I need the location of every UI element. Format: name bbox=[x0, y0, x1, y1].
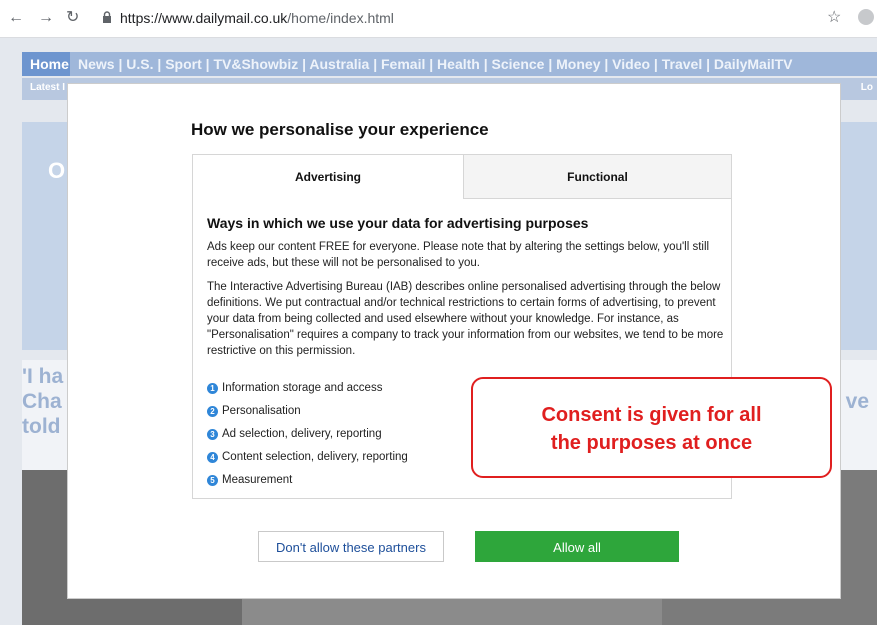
annotation-callout: Consent is given for all the purposes at… bbox=[471, 377, 832, 478]
sub-bar-left-text: Latest I bbox=[30, 82, 66, 93]
number-badge-icon: 2 bbox=[207, 405, 218, 417]
browser-toolbar: ← → ↻ https://www.dailymail.co.uk/home/i… bbox=[0, 0, 877, 38]
profile-icon[interactable] bbox=[858, 9, 874, 25]
modal-title: How we personalise your experience bbox=[191, 120, 489, 139]
url-path: /home/index.html bbox=[287, 10, 394, 26]
allow-all-button[interactable]: Allow all bbox=[475, 531, 679, 562]
panel-heading: Ways in which we use your data for adver… bbox=[207, 215, 589, 231]
iab-paragraph: The Interactive Advertising Bureau (IAB)… bbox=[207, 281, 724, 357]
hero-text: O bbox=[48, 158, 66, 183]
purpose-item: 4 Content selection, delivery, reporting bbox=[207, 450, 408, 473]
headline-right-text: ve bbox=[845, 390, 869, 413]
consent-modal: How we personalise your experience Adver… bbox=[68, 84, 840, 598]
headline-left-text: 'I ha Cha told bbox=[22, 365, 64, 438]
url-text: https://www.dailymail.co.uk/home/index.h… bbox=[120, 10, 394, 26]
annotation-line-1: Consent is given for all bbox=[541, 404, 762, 426]
forward-arrow-icon[interactable]: → bbox=[38, 8, 54, 28]
tab-functional[interactable]: Functional bbox=[463, 154, 732, 199]
purpose-item: 2 Personalisation bbox=[207, 404, 408, 427]
star-icon[interactable]: ☆ bbox=[827, 7, 841, 27]
nav-home-link[interactable]: Home bbox=[22, 52, 70, 76]
tab-advertising[interactable]: Advertising bbox=[192, 154, 464, 199]
reload-icon[interactable]: ↻ bbox=[66, 8, 79, 28]
annotation-line-2: the purposes at once bbox=[550, 432, 753, 454]
purpose-list: 1 Information storage and access 2 Persona… bbox=[207, 381, 408, 496]
purpose-item: 3 Ad selection, delivery, reporting bbox=[207, 427, 408, 450]
address-bar[interactable]: https://www.dailymail.co.uk/home/index.h… bbox=[98, 6, 842, 31]
back-arrow-icon[interactable]: ← bbox=[8, 8, 24, 28]
number-badge-icon: 3 bbox=[207, 428, 218, 440]
annotation-text: Consent is given for all the purposes at… bbox=[473, 401, 830, 457]
purpose-label: Personalisation bbox=[222, 405, 301, 417]
purpose-item: 1 Information storage and access bbox=[207, 381, 408, 404]
purpose-label: Ad selection, delivery, reporting bbox=[222, 428, 382, 440]
number-badge-icon: 5 bbox=[207, 474, 218, 486]
purpose-item: 5 Measurement bbox=[207, 473, 408, 496]
lock-icon bbox=[103, 11, 111, 23]
purpose-label: Measurement bbox=[222, 474, 293, 486]
purpose-label: Information storage and access bbox=[222, 382, 383, 394]
sub-bar-right-text: Lo bbox=[860, 82, 873, 93]
dont-allow-partners-button[interactable]: Don't allow these partners bbox=[258, 531, 444, 562]
intro-paragraph: Ads keep our content FREE for everyone. … bbox=[207, 241, 710, 269]
site-nav-bar: Home News | U.S. | Sport | TV&Showbiz | … bbox=[22, 52, 877, 76]
purpose-label: Content selection, delivery, reporting bbox=[222, 451, 408, 463]
url-host: https://www.dailymail.co.uk bbox=[120, 10, 288, 26]
nav-links[interactable]: News | U.S. | Sport | TV&Showbiz | Austr… bbox=[78, 52, 793, 76]
number-badge-icon: 1 bbox=[207, 382, 218, 394]
number-badge-icon: 4 bbox=[207, 451, 218, 463]
tab-bar: Advertising Functional bbox=[192, 154, 732, 200]
